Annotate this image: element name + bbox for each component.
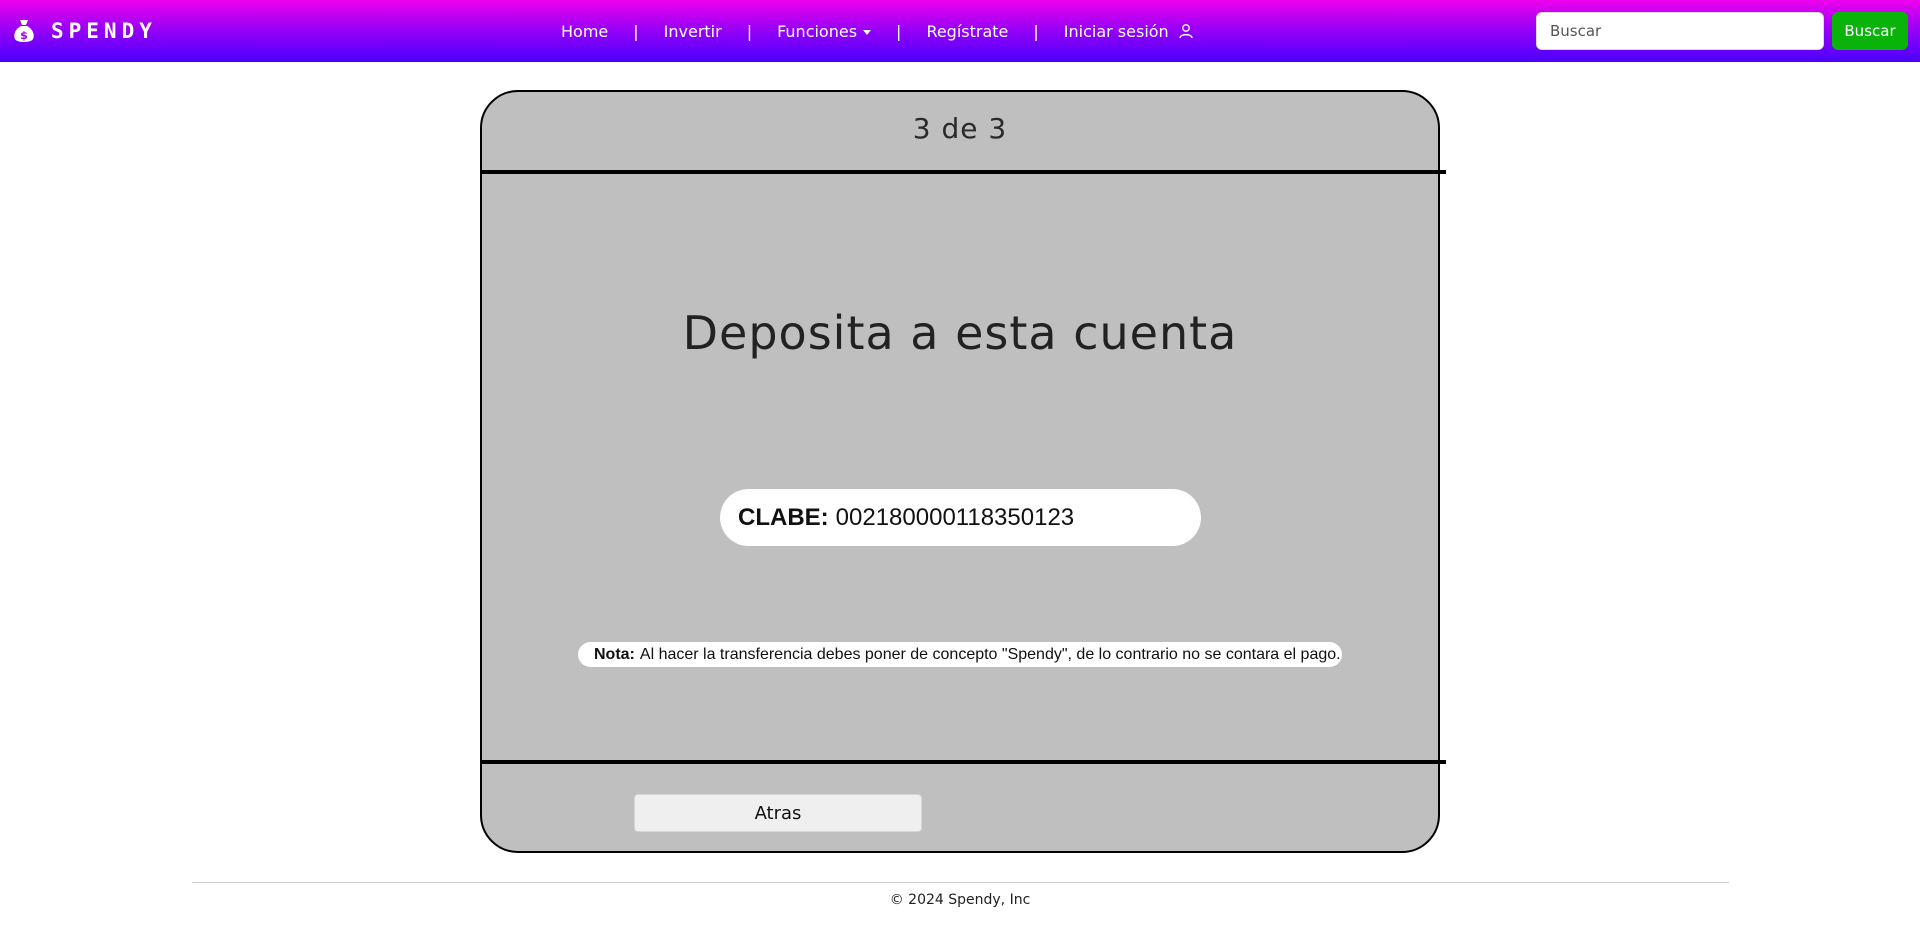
note-box: Nota: Al hacer la transferencia debes po… bbox=[578, 642, 1342, 667]
nav-iniciar-sesion[interactable]: Iniciar sesión bbox=[1064, 22, 1194, 41]
brand-logo[interactable]: $ SPENDY bbox=[11, 16, 157, 46]
nav-invertir[interactable]: Invertir bbox=[664, 22, 722, 41]
nav-funciones-dropdown[interactable]: Funciones bbox=[777, 21, 872, 41]
nav-separator: | bbox=[746, 21, 753, 41]
nav-links: Home | Invertir | Funciones | Regístrate… bbox=[561, 20, 1194, 42]
clabe-box: CLABE: 002180000118350123 bbox=[720, 489, 1201, 546]
nav-iniciar-sesion-label: Iniciar sesión bbox=[1063, 21, 1169, 41]
note-label: Nota: bbox=[594, 645, 635, 663]
svg-text:$: $ bbox=[20, 29, 28, 42]
back-button[interactable]: Atras bbox=[634, 794, 922, 832]
search-button[interactable]: Buscar bbox=[1832, 12, 1908, 50]
nav-separator: | bbox=[1033, 21, 1039, 41]
note-text: Al hacer la transferencia debes poner de… bbox=[639, 645, 1341, 663]
user-icon bbox=[1179, 23, 1193, 38]
brand-name: SPENDY bbox=[51, 19, 157, 43]
caret-down-icon bbox=[863, 29, 872, 35]
nav-funciones-label: Funciones bbox=[777, 21, 858, 41]
clabe-value: 002180000118350123 bbox=[835, 503, 1075, 531]
footer-divider bbox=[480, 760, 1446, 764]
deposit-title: Deposita a esta cuenta bbox=[682, 306, 1238, 360]
money-bag-icon: $ bbox=[14, 20, 34, 42]
nav-separator: | bbox=[633, 21, 639, 41]
nav-home[interactable]: Home bbox=[561, 22, 608, 41]
navbar: $ SPENDY Home | Invertir | Funciones | R… bbox=[0, 0, 1920, 62]
footer-divider-line bbox=[192, 882, 1729, 883]
deposit-card: 3 de 3 Deposita a esta cuenta CLABE: 002… bbox=[480, 90, 1446, 853]
header-divider bbox=[480, 170, 1446, 174]
copyright-text: © 2024 Spendy, Inc bbox=[889, 892, 1031, 908]
nav-registrate[interactable]: Regístrate bbox=[926, 22, 1008, 41]
search-input[interactable] bbox=[1536, 12, 1824, 50]
clabe-label: CLABE: bbox=[738, 503, 829, 531]
step-indicator: 3 de 3 bbox=[912, 112, 1008, 145]
nav-separator: | bbox=[896, 21, 902, 41]
